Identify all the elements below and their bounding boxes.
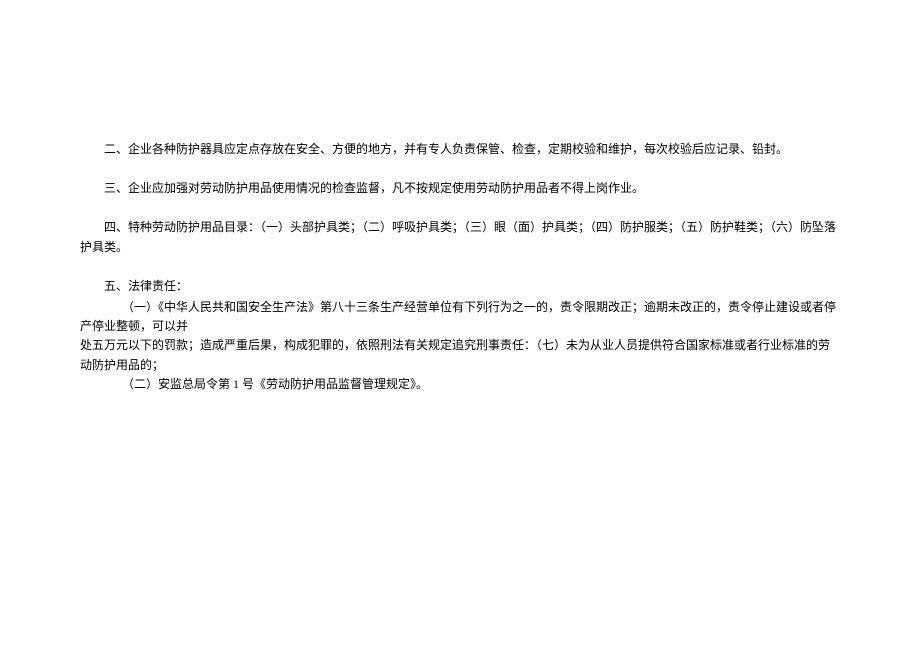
paragraph-5-sub1-line2: 处五万元以下的罚款；造成严重后果，构成犯罪的，依照刑法有关规定追究刑事责任：（七… xyxy=(80,336,840,374)
paragraph-5-heading: 五、法律责任： xyxy=(80,277,840,296)
paragraph-item-5: 五、法律责任： （一）《中华人民共和国安全生产法》第八十三条生产经营单位有下列行… xyxy=(80,277,840,394)
paragraph-item-2: 二、企业各种防护器具应定点存放在安全、方便的地方，并有专人负责保管、检查，定期校… xyxy=(80,140,840,159)
paragraph-item-4: 四、特种劳动防护用品目录：（一）头部护具类；（二）呼吸护具类；（三）眼（面）护具… xyxy=(80,218,840,256)
paragraph-5-sub2: （二）安监总局令第 1 号《劳动防护用品监督管理规定》。 xyxy=(80,375,840,394)
paragraph-5-sub1-line1: （一）《中华人民共和国安全生产法》第八十三条生产经营单位有下列行为之一的，责令限… xyxy=(80,298,840,336)
paragraph-item-3: 三、企业应加强对劳动防护用品使用情况的检查监督，凡不按规定使用劳动防护用品者不得… xyxy=(80,179,840,198)
